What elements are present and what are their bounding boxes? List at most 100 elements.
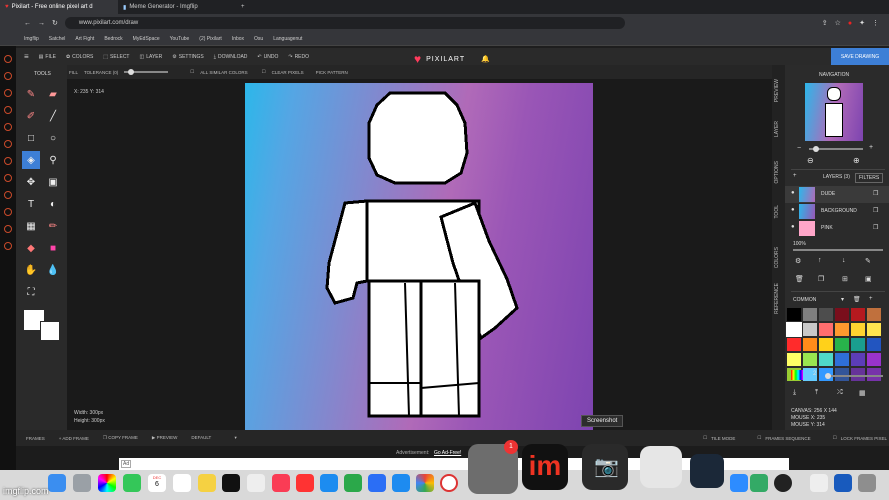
- tab-reference[interactable]: REFERENCE: [774, 283, 780, 314]
- tab-tool[interactable]: TOOL: [774, 205, 780, 219]
- palette-swatch[interactable]: [787, 353, 801, 366]
- pattern-icon[interactable]: ▦: [24, 219, 38, 233]
- fill-bucket-icon[interactable]: ◈: [22, 151, 40, 169]
- music-icon[interactable]: [272, 474, 290, 492]
- tab-imgflip[interactable]: ▮ Meme Generator - Imgflip: [118, 0, 236, 14]
- chrome-icon[interactable]: [416, 474, 434, 492]
- color-picker-icon[interactable]: [791, 370, 803, 380]
- menu-colors[interactable]: ✿ COLORS: [66, 54, 93, 60]
- edit-icon[interactable]: ✎: [865, 257, 871, 265]
- pixilart-logo[interactable]: ♥ PIXILART 🔔: [414, 52, 491, 66]
- lock-frames-checkbox[interactable]: ☐: [833, 435, 837, 441]
- app-store-icon[interactable]: [392, 474, 410, 492]
- move-up-icon[interactable]: ↑: [818, 257, 822, 264]
- finder-icon[interactable]: [48, 474, 66, 492]
- eye-icon[interactable]: ●: [791, 224, 795, 230]
- line-icon[interactable]: ╱: [46, 109, 60, 123]
- add-palette-icon[interactable]: +: [869, 296, 873, 302]
- gradient-palette-icon[interactable]: ▦: [859, 389, 866, 397]
- palette-swatch[interactable]: [819, 338, 833, 351]
- shuffle-icon[interactable]: ⤮: [837, 389, 843, 397]
- zoom-out-icon[interactable]: ⊖: [807, 156, 814, 165]
- text-icon[interactable]: T: [24, 197, 38, 211]
- bookmark-item[interactable]: Art Fight: [75, 36, 94, 42]
- bookmark-item[interactable]: Osu: [254, 36, 263, 42]
- photos-icon[interactable]: [98, 474, 116, 492]
- sidebar-app-icon[interactable]: [4, 208, 12, 216]
- menu-layer[interactable]: ◫ LAYER: [139, 54, 162, 60]
- layer-copy-icon[interactable]: ❐: [873, 207, 878, 214]
- opera-icon[interactable]: [440, 474, 458, 492]
- bookmark-item[interactable]: Satchel: [49, 36, 66, 42]
- menu-download[interactable]: ⤓ DOWNLOAD: [214, 54, 248, 60]
- layer-row-dude[interactable]: ● DUDE ❐: [785, 186, 889, 203]
- numbers-icon[interactable]: [344, 474, 362, 492]
- palette-swatch[interactable]: [819, 323, 833, 336]
- share-icon[interactable]: ⇪: [822, 19, 828, 27]
- trash-icon[interactable]: 🗑: [853, 296, 861, 303]
- add-frame-button[interactable]: + ADD FRAME: [59, 436, 89, 441]
- all-similar-checkbox[interactable]: ☐: [190, 69, 194, 75]
- minecraft-icon[interactable]: [750, 474, 768, 492]
- shade-icon[interactable]: ✏: [46, 219, 60, 233]
- circle-icon[interactable]: ○: [46, 131, 60, 145]
- reload-icon[interactable]: ↻: [52, 19, 58, 27]
- bookmark-item[interactable]: Inbox: [232, 36, 244, 42]
- eye-icon[interactable]: ●: [791, 190, 795, 196]
- sidebar-app-icon[interactable]: [4, 123, 12, 131]
- merge-icon[interactable]: ⊞: [842, 275, 848, 283]
- zoom-in-small-icon[interactable]: +: [869, 144, 873, 151]
- palette-swatch[interactable]: [867, 353, 881, 366]
- keynote-icon[interactable]: [320, 474, 338, 492]
- star-icon[interactable]: ☆: [835, 19, 841, 27]
- secondary-color-swatch[interactable]: [40, 321, 60, 341]
- menu-undo[interactable]: ↶ UNDO: [257, 54, 278, 60]
- palette-swatch[interactable]: [867, 338, 881, 351]
- palette-swatch[interactable]: [867, 323, 881, 336]
- brush-size-slider[interactable]: [825, 373, 883, 379]
- pencil-icon[interactable]: ✎: [24, 87, 38, 101]
- tile-mode-checkbox[interactable]: ☐: [703, 435, 707, 441]
- calendar-icon[interactable]: DEC 6: [148, 474, 166, 492]
- facetime-icon[interactable]: [123, 474, 141, 492]
- sidebar-app-icon[interactable]: [4, 89, 12, 97]
- preview-app-icon[interactable]: [810, 474, 828, 492]
- palette-swatch[interactable]: [835, 338, 849, 351]
- lighten-icon[interactable]: ◆: [24, 241, 38, 255]
- bookmark-item[interactable]: MyEdSpace: [133, 36, 160, 42]
- system-settings-icon[interactable]: 1: [468, 440, 518, 494]
- flatten-icon[interactable]: ▣: [865, 275, 872, 283]
- palette-swatch[interactable]: [819, 308, 833, 321]
- eye-icon[interactable]: ●: [791, 207, 795, 213]
- word-icon[interactable]: [834, 474, 852, 492]
- move-down-icon[interactable]: ↓: [842, 257, 846, 264]
- eyedropper-icon[interactable]: ⚲: [46, 153, 60, 167]
- hamburger-icon[interactable]: ≡: [24, 52, 29, 61]
- tolerance-slider[interactable]: [124, 69, 169, 75]
- news-icon[interactable]: [296, 474, 314, 492]
- zoom-icon[interactable]: [730, 474, 748, 492]
- zoom-in-icon[interactable]: ⊕: [853, 156, 860, 165]
- frames-label[interactable]: FRAMES: [26, 436, 45, 441]
- roblox-icon[interactable]: [640, 446, 682, 488]
- trash-icon[interactable]: [858, 474, 876, 492]
- sidebar-app-icon[interactable]: [4, 242, 12, 250]
- palette-swatch[interactable]: [803, 353, 817, 366]
- chevron-down-icon[interactable]: ▾: [841, 296, 844, 303]
- menu-file[interactable]: ▤ FILE: [39, 54, 56, 60]
- puzzle-icon[interactable]: ✦: [859, 19, 865, 27]
- url-field[interactable]: www.pixilart.com/draw: [64, 17, 625, 29]
- palette-name[interactable]: COMMON: [793, 297, 816, 303]
- palette-swatch[interactable]: [835, 308, 849, 321]
- reminders-icon[interactable]: [173, 474, 191, 492]
- palette-swatch[interactable]: [803, 338, 817, 351]
- palette-swatch[interactable]: [819, 353, 833, 366]
- zoom-out-small-icon[interactable]: −: [797, 145, 801, 152]
- sidebar-app-icon[interactable]: [4, 157, 12, 165]
- crop-icon[interactable]: ⛶: [24, 285, 38, 299]
- forward-icon[interactable]: →: [38, 20, 45, 27]
- layer-copy-icon[interactable]: ❐: [873, 190, 878, 197]
- export-icon[interactable]: ⤒: [815, 389, 818, 397]
- layer-row-pink[interactable]: ● PINK ❐: [785, 220, 889, 237]
- menu-dots-icon[interactable]: ⋮: [872, 19, 879, 27]
